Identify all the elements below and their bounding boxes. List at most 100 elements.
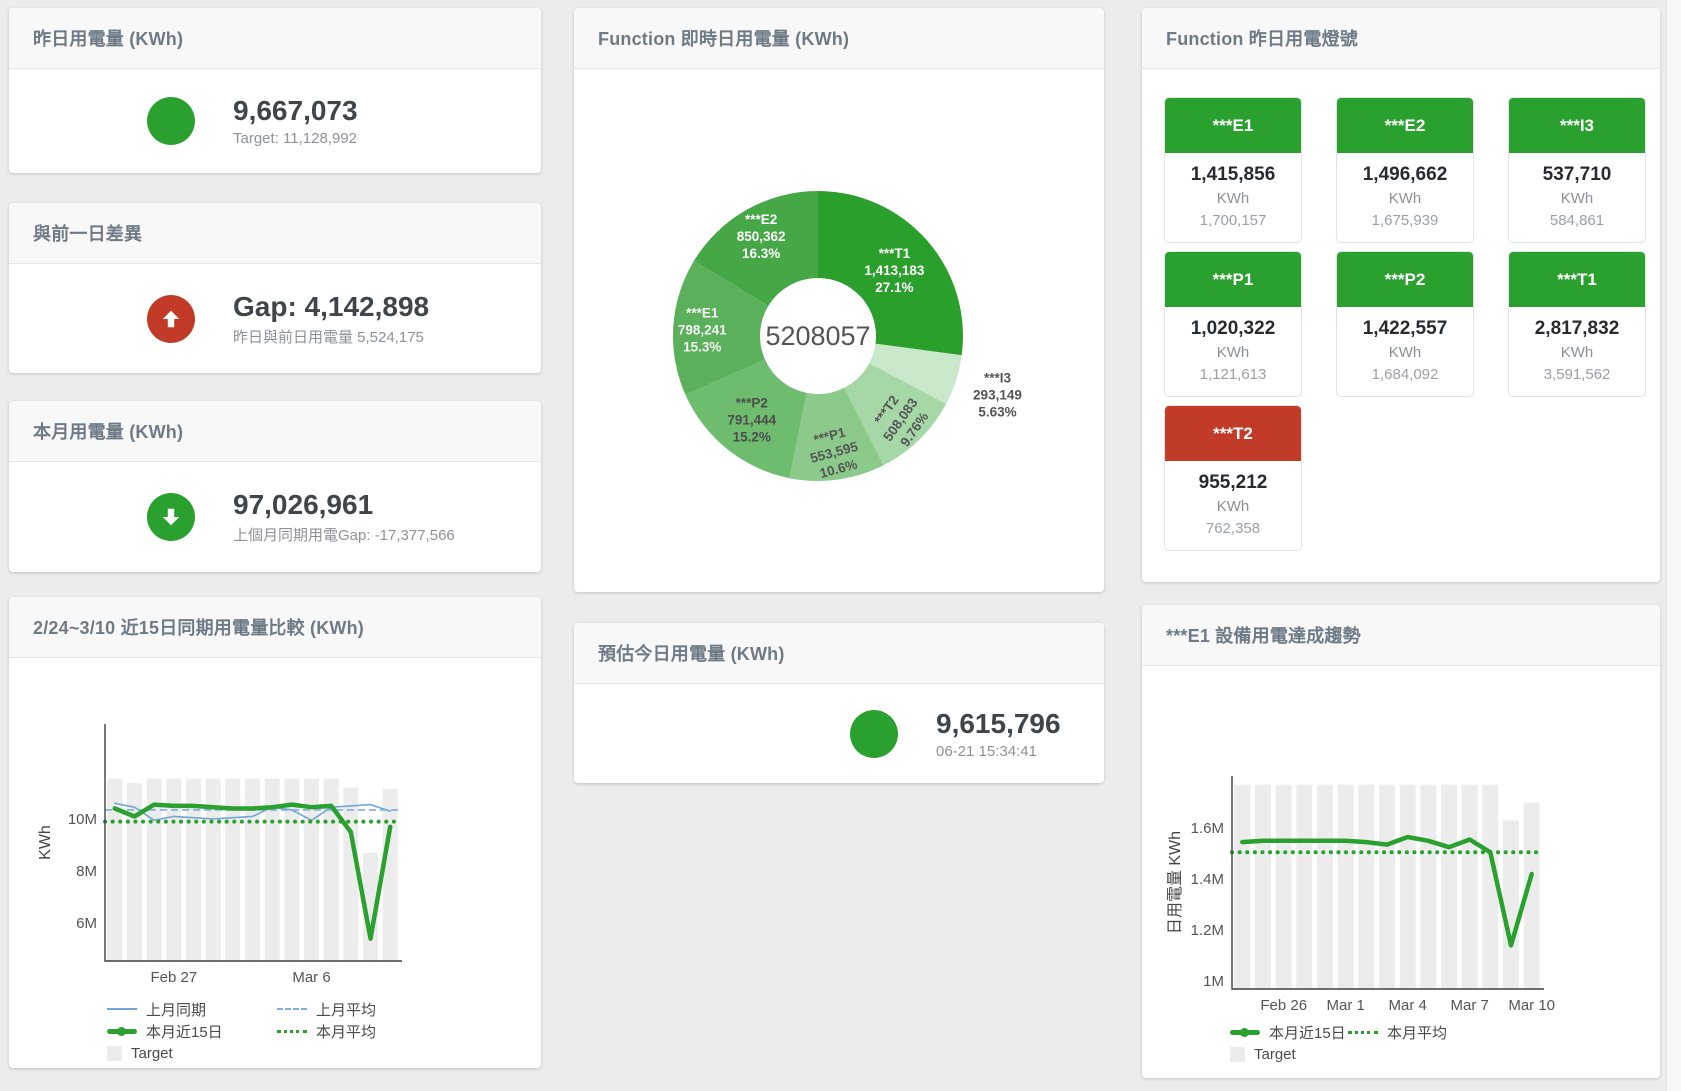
card-title: Function 昨日用電燈號 (1166, 25, 1358, 51)
target-bar (343, 788, 358, 961)
device-tile-target: 584,861 (1509, 210, 1645, 232)
card-title: 2/24~3/10 近15日同期用電量比較 (KWh) (33, 614, 364, 640)
device-tile-unit: KWh (1337, 342, 1473, 364)
card-title: 本月用電量 (KWh) (33, 418, 183, 444)
card-header: 本月用電量 (KWh) (9, 401, 541, 462)
device-tile-value: 1,020,322 (1165, 316, 1301, 342)
device-tile: ***T1 2,817,832KWh3,591,562 (1509, 252, 1645, 396)
target-bar (1503, 820, 1519, 989)
y-tick-label: 10M (68, 811, 97, 828)
legend-item: 本月平均 (277, 1021, 376, 1042)
device-tile: ***P11,020,322KWh1,121,613 (1165, 252, 1301, 396)
device-tile-value: 2,817,832 (1509, 316, 1645, 342)
y-tick-label: 1M (1203, 973, 1224, 990)
device-tile: ***T2955,212KWh762,358 (1165, 406, 1301, 550)
device-tile-header: ***T1 (1509, 252, 1645, 307)
device-tile-header: ***P1 (1165, 252, 1301, 307)
device-tile-value: 1,415,856 (1165, 162, 1301, 188)
device-tile-unit: KWh (1509, 342, 1645, 364)
donut-slice-label: ***I3293,1495.63% (973, 371, 1022, 420)
y-axis-label: KWh (37, 825, 54, 860)
target-bar (107, 779, 122, 961)
x-tick-label: Mar 10 (1508, 997, 1555, 1014)
trend-chart-legend: 本月近15日本月平均Target (1142, 1021, 1660, 1065)
y-tick-label: 8M (76, 863, 97, 880)
card-header: 預估今日用電量 (KWh) (574, 623, 1104, 684)
compare-line-chart: 6M8M10MFeb 27Mar 6KWh (9, 658, 541, 993)
x-tick-label: Mar 7 (1451, 997, 1489, 1014)
day-gap-value: Gap: 4,142,898 (233, 291, 429, 323)
estimate-today-timestamp: 06-21 15:34:41 (936, 743, 1061, 760)
arrow-up-circle-icon (147, 295, 195, 343)
legend-label: 本月平均 (316, 1021, 376, 1042)
target-bar (1338, 785, 1354, 989)
legend-marker-thick-icon (107, 1029, 137, 1034)
legend-item: 上月同期 (107, 999, 277, 1020)
device-tile-value: 1,422,557 (1337, 316, 1473, 342)
target-bar (1379, 785, 1395, 989)
legend-item: 本月近15日 (1230, 1022, 1348, 1043)
card-header: 2/24~3/10 近15日同期用電量比較 (KWh) (9, 597, 541, 658)
device-tile: ***I3537,710KWh584,861 (1509, 98, 1645, 242)
card-month-usage: 本月用電量 (KWh) 97,026,961 上個月同期用電Gap: -17,3… (9, 401, 541, 572)
status-circle-green-icon (850, 710, 898, 758)
device-tile-unit: KWh (1165, 496, 1301, 518)
month-usage-sub: 上個月同期用電Gap: -17,377,566 (233, 524, 455, 545)
device-tile: ***E21,496,662KWh1,675,939 (1337, 98, 1473, 242)
device-tile-value: 1,496,662 (1337, 162, 1473, 188)
device-tile-target: 1,684,092 (1337, 364, 1473, 386)
legend-label: 本月近15日 (1269, 1022, 1346, 1043)
status-circle-green-icon (147, 97, 195, 145)
realtime-usage-donut-chart: ***T11,413,18327.1%***I3293,1495.63%***T… (574, 69, 1104, 593)
yesterday-usage-value: 9,667,073 (233, 95, 358, 127)
device-tile-header: ***E1 (1165, 98, 1301, 153)
legend-item: 本月平均 (1348, 1022, 1447, 1043)
legend-marker-sq-icon (1230, 1047, 1245, 1062)
target-bar (1441, 785, 1457, 989)
legend-label: 本月近15日 (146, 1021, 223, 1042)
legend-item: Target (1230, 1046, 1348, 1063)
card-title: 預估今日用電量 (KWh) (598, 640, 785, 666)
card-title: 與前一日差異 (33, 220, 142, 246)
target-bar (1234, 785, 1250, 989)
y-tick-label: 1.4M (1191, 871, 1224, 888)
legend-label: 上月同期 (146, 999, 206, 1020)
device-tile-target: 762,358 (1165, 518, 1301, 540)
device-tile-header: ***I3 (1509, 98, 1645, 153)
device-tile-value: 955,212 (1165, 470, 1301, 496)
legend-marker-line-icon (107, 1008, 137, 1010)
card-header: ***E1 設備用電達成趨勢 (1142, 605, 1660, 666)
target-bar (1276, 785, 1292, 989)
device-tile-target: 1,700,157 (1165, 210, 1301, 232)
target-bar (1400, 785, 1416, 989)
target-bar (1358, 785, 1374, 989)
card-title: ***E1 設備用電達成趨勢 (1166, 622, 1361, 648)
legend-item: Target (107, 1045, 277, 1062)
month-usage-value: 97,026,961 (233, 489, 455, 521)
donut-center-total: 5208057 (765, 321, 870, 351)
x-tick-label: Feb 26 (1260, 997, 1307, 1014)
card-header: 與前一日差異 (9, 203, 541, 264)
legend-marker-dots-icon (1348, 1031, 1378, 1034)
legend-marker-dots-icon (277, 1030, 307, 1033)
compare-chart-legend: 上月同期上月平均本月近15日本月平均Target (9, 998, 541, 1064)
legend-item: 本月近15日 (107, 1021, 277, 1042)
legend-marker-thick-icon (1230, 1030, 1260, 1035)
legend-label: Target (131, 1045, 173, 1062)
x-tick-label: Feb 27 (150, 969, 197, 986)
legend-marker-dash-icon (277, 1008, 307, 1010)
x-tick-label: Mar 1 (1327, 997, 1365, 1014)
device-tile-target: 3,591,562 (1509, 364, 1645, 386)
card-function-realtime-donut: Function 即時日用電量 (KWh) ***T11,413,18327.1… (574, 8, 1104, 592)
device-tile-value: 537,710 (1509, 162, 1645, 188)
yesterday-usage-target: Target: 11,128,992 (233, 130, 358, 147)
scrollbar[interactable] (1666, 0, 1681, 1091)
card-function-lights: Function 昨日用電燈號 ***E1 1,415,856 KWh 1,700,1… (1142, 8, 1660, 582)
device-tile-header: ***E2 (1337, 98, 1473, 153)
card-title: Function 即時日用電量 (KWh) (598, 25, 849, 51)
device-tile-unit: KWh (1165, 342, 1301, 364)
card-header: Function 即時日用電量 (KWh) (574, 8, 1104, 69)
card-title: 昨日用電量 (KWh) (33, 25, 183, 51)
target-bar (1296, 785, 1312, 989)
y-tick-label: 1.6M (1191, 820, 1224, 837)
